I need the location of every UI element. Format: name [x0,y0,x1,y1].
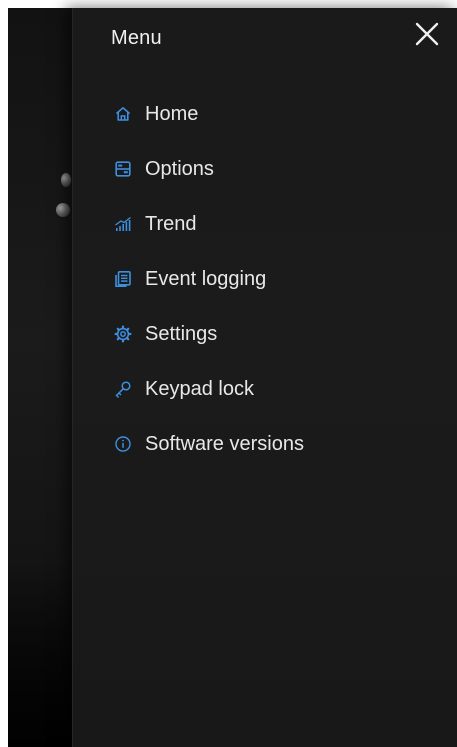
menu-item-home[interactable]: Home [114,86,304,141]
gear-icon [114,325,132,343]
background-shade [8,560,72,747]
options-icon [114,160,132,178]
menu-item-label: Trend [145,212,197,235]
event-log-icon [114,270,132,288]
home-icon [114,105,132,123]
screen: Menu Home Options Trend Event logging Se… [0,0,457,747]
menu-item-trend[interactable]: Trend [114,196,304,251]
close-button[interactable] [413,20,441,48]
menu-item-label: Home [145,102,199,125]
trend-icon [114,215,132,233]
menu-item-label: Event logging [145,267,267,290]
menu-item-label: Software versions [145,432,304,455]
menu-item-event-logging[interactable]: Event logging [114,251,304,306]
menu-item-keypad-lock[interactable]: Keypad lock [114,361,304,416]
info-icon [114,435,132,453]
menu-item-options[interactable]: Options [114,141,304,196]
menu-title: Menu [111,27,162,49]
background-control-knob [61,173,71,187]
menu-item-settings[interactable]: Settings [114,306,304,361]
menu-item-label: Keypad lock [145,377,254,400]
menu-item-software-versions[interactable]: Software versions [114,416,304,471]
menu-item-label: Options [145,157,214,180]
key-icon [114,380,132,398]
menu-item-label: Settings [145,322,218,345]
menu-list: Home Options Trend Event logging Setting… [114,86,304,471]
background-control-knob [56,203,70,217]
close-icon [415,22,439,46]
